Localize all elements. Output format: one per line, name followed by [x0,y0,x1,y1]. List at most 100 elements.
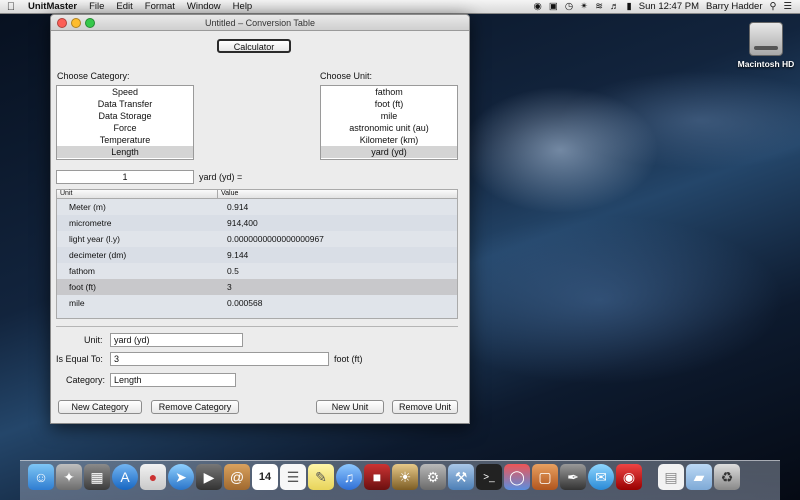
row-unit: decimeter (dm) [69,250,127,260]
list-item[interactable]: Data Storage [57,110,193,122]
trash-icon[interactable]: ♻ [714,464,740,490]
list-item[interactable]: fathom [321,86,457,98]
apple-menu-icon[interactable]:  [0,1,22,13]
table-row[interactable]: decimeter (dm) 9.144 [57,247,457,263]
time-machine-icon[interactable]: ◷ [565,1,573,12]
photo-booth-icon[interactable]: ■ [364,464,390,490]
row-unit: fathom [69,266,95,276]
column-header-unit[interactable]: Unit [60,190,72,197]
app-store-icon[interactable]: A [112,464,138,490]
minimize-button[interactable] [71,18,81,28]
ical-icon[interactable]: 14 [252,464,278,490]
choose-unit-label: Choose Unit: [320,71,373,81]
wifi-icon[interactable]: ≋ [595,1,603,12]
amount-field[interactable]: 1 [56,170,194,184]
table-header: Unit Value [57,190,457,199]
detail-unit-label: Unit: [84,335,103,345]
row-value: 914,400 [227,218,258,228]
calendar-icon[interactable]: ● [140,464,166,490]
list-item[interactable]: Kilometer (km) [321,134,457,146]
status-record-icon[interactable]: ◉ [534,1,542,12]
hard-drive-icon [749,22,783,56]
itunes-icon[interactable]: ♫ [336,464,362,490]
table-row[interactable]: micrometre 914,400 [57,215,457,231]
app-menu[interactable]: UnitMaster [22,1,83,12]
desktop-drive[interactable]: Macintosh HD [736,22,796,69]
choose-category-label: Choose Category: [57,71,130,81]
detail-category-label: Category: [66,375,106,385]
list-item[interactable]: mile [321,110,457,122]
row-unit: Meter (m) [69,202,106,212]
notification-center-icon[interactable]: ☰ [783,1,792,12]
calculator-button[interactable]: Calculator [217,39,291,53]
detail-unit-field[interactable]: yard (yd) [110,333,243,347]
menu-user[interactable]: Barry Hadder [706,1,763,12]
close-button[interactable] [57,18,67,28]
battery-icon[interactable]: ▮ [627,1,632,12]
dock-icons: ☺ ✦ ▦ A ● ➤ ▶ @ 14 ☰ ✎ ♫ ■ ☀ ⚙ ⚒ >_ ◯ ▢ … [28,464,740,490]
table-row-selected[interactable]: foot (ft) 3 [57,279,457,295]
detail-category-field[interactable]: Length [110,373,236,387]
reminders-icon[interactable]: ☰ [280,464,306,490]
menu-window[interactable]: Window [181,1,227,12]
system-preferences-icon[interactable]: ⚙ [420,464,446,490]
mission-control-icon[interactable]: ▦ [84,464,110,490]
row-unit: micrometre [69,218,112,228]
contacts-icon[interactable]: @ [224,464,250,490]
ring-icon[interactable]: ◯ [504,464,530,490]
xcode-icon[interactable]: ⚒ [448,464,474,490]
list-item[interactable]: Speed [57,86,193,98]
folder-icon[interactable]: ▰ [686,464,712,490]
divider [56,326,458,327]
camera-icon[interactable]: ◉ [616,464,642,490]
unit-list[interactable]: fathom foot (ft) mile astronomic unit (a… [320,85,458,160]
table-row[interactable]: light year (l.y) 0.0000000000000000967 [57,231,457,247]
row-value: 0.5 [227,266,239,276]
terminal-icon[interactable]: >_ [476,464,502,490]
row-value: 3 [227,282,232,292]
list-item[interactable]: Data Transfer [57,98,193,110]
remove-unit-button[interactable]: Remove Unit [392,400,458,414]
document-icon[interactable]: ▤ [658,464,684,490]
zoom-button[interactable] [85,18,95,28]
equal-to-field[interactable]: 3 [110,352,329,366]
safari-icon[interactable]: ➤ [168,464,194,490]
list-item[interactable]: Force [57,122,193,134]
equal-to-label: Is Equal To: [56,354,103,364]
remove-category-button[interactable]: Remove Category [151,400,239,414]
preview-icon[interactable]: ▢ [532,464,558,490]
notes-icon[interactable]: ✎ [308,464,334,490]
list-item-selected[interactable]: yard (yd) [321,146,457,158]
facetime-icon[interactable]: ▶ [196,464,222,490]
column-header-value[interactable]: Value [217,190,238,198]
new-unit-button[interactable]: New Unit [316,400,384,414]
list-item[interactable]: astronomic unit (au) [321,122,457,134]
table-row[interactable]: Meter (m) 0.914 [57,199,457,215]
list-item-selected[interactable]: Length [57,146,193,158]
category-list[interactable]: Speed Data Transfer Data Storage Force T… [56,85,194,160]
status-display-icon[interactable]: ▣ [549,1,558,12]
menu-help[interactable]: Help [227,1,259,12]
list-item[interactable]: foot (ft) [321,98,457,110]
messages-icon[interactable]: ✉ [588,464,614,490]
menu-file[interactable]: File [83,1,110,12]
volume-icon[interactable]: ♬ [610,1,620,12]
table-row[interactable]: fathom 0.5 [57,263,457,279]
spotlight-icon[interactable]: ⚲ [770,1,777,12]
iphoto-icon[interactable]: ☀ [392,464,418,490]
window-title: Untitled – Conversion Table [205,18,315,28]
amount-unit-label: yard (yd) = [199,172,243,182]
list-item[interactable]: Temperature [57,134,193,146]
launchpad-icon[interactable]: ✦ [56,464,82,490]
menu-clock[interactable]: Sun 12:47 PM [639,1,699,12]
conversion-table[interactable]: Unit Value Meter (m) 0.914 micrometre 914,… [56,189,458,319]
inkscape-icon[interactable]: ✒ [560,464,586,490]
bluetooth-icon[interactable]: ✴ [580,1,588,12]
menu-format[interactable]: Format [139,1,181,12]
table-row[interactable]: mile 0.000568 [57,295,457,311]
title-bar[interactable]: Untitled – Conversion Table [51,15,469,31]
menu-edit[interactable]: Edit [110,1,138,12]
new-category-button[interactable]: New Category [58,400,142,414]
finder-icon[interactable]: ☺ [28,464,54,490]
row-unit: light year (l.y) [69,234,121,244]
